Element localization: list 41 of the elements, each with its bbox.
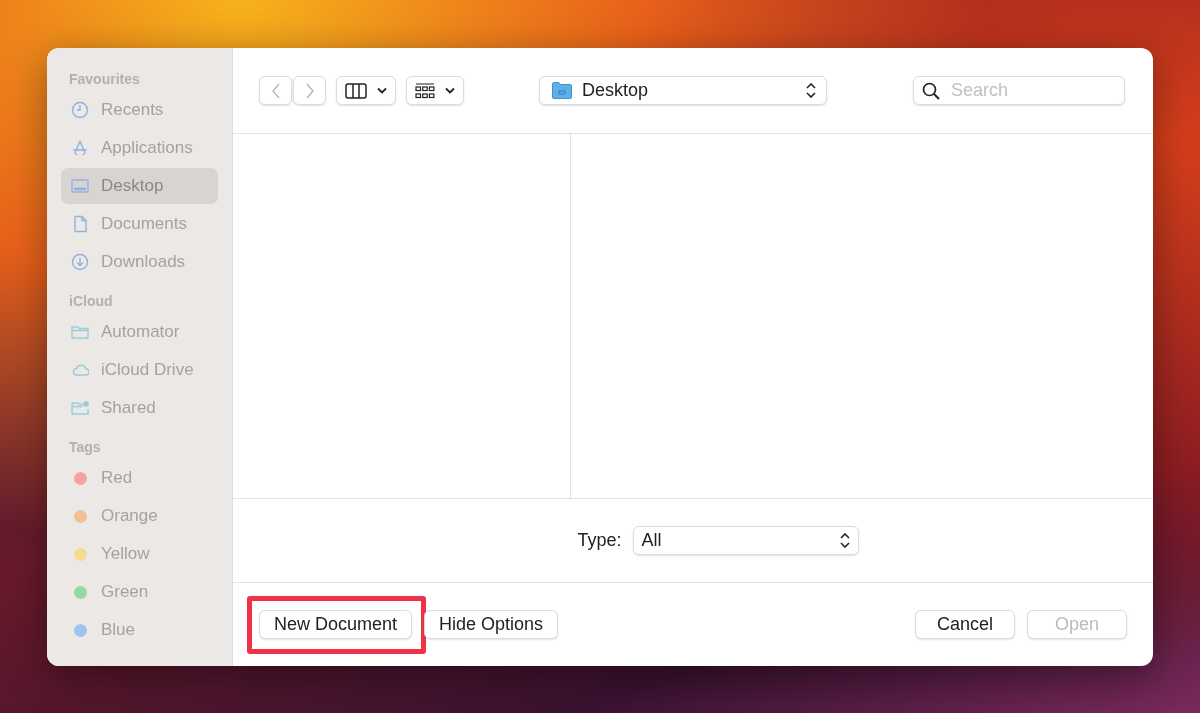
sidebar-item[interactable]: Green [61, 574, 218, 610]
sidebar-item[interactable]: Automator [61, 314, 218, 350]
download-icon [71, 253, 89, 271]
group-button[interactable] [406, 76, 464, 105]
sidebar-item[interactable]: iCloud Drive [61, 352, 218, 388]
sidebar-item[interactable]: Blue [61, 612, 218, 648]
columns-icon [345, 82, 367, 99]
sidebar-item[interactable]: Documents [61, 206, 218, 242]
forward-chevron-icon [304, 81, 315, 100]
type-label: Type: [577, 530, 622, 551]
sidebar-item[interactable]: Red [61, 460, 218, 496]
dialog-button[interactable]: New Document [259, 610, 413, 639]
sidebar-item[interactable]: Desktop [61, 168, 218, 204]
display-icon [71, 177, 89, 195]
chevron-down-icon [377, 87, 387, 94]
view-mode-button[interactable] [336, 76, 396, 105]
shared-folder-icon [71, 399, 89, 417]
sidebar-item[interactable]: Yellow [61, 536, 218, 572]
up-down-chevron-icon [839, 533, 850, 548]
search-field[interactable]: Search [913, 76, 1125, 105]
type-popup[interactable]: All [632, 526, 859, 555]
section-heading: Tags [68, 438, 102, 457]
clock-icon [71, 101, 89, 119]
sidebar-item[interactable]: Recents [61, 92, 218, 128]
document-icon [71, 215, 89, 233]
up-down-chevron-icon [806, 83, 816, 98]
app-store-icon [71, 139, 89, 157]
sidebar-item[interactable]: Orange [61, 498, 218, 534]
grid-icon [415, 82, 435, 99]
sidebar-item[interactable]: Applications [61, 130, 218, 166]
back-chevron-icon [270, 81, 281, 100]
section-heading: Favourites [68, 70, 141, 89]
chevron-down-icon [445, 87, 455, 94]
dialog-button[interactable]: Cancel [915, 610, 1015, 639]
dialog-button[interactable]: Hide Options [424, 610, 559, 639]
sidebar-item[interactable]: Downloads [61, 244, 218, 280]
location-popup[interactable]: Desktop [539, 76, 827, 105]
sidebar-item[interactable]: Shared [61, 390, 218, 426]
folder-icon [71, 323, 89, 341]
section-heading: iCloud [68, 292, 114, 311]
folder-icon [552, 82, 572, 99]
